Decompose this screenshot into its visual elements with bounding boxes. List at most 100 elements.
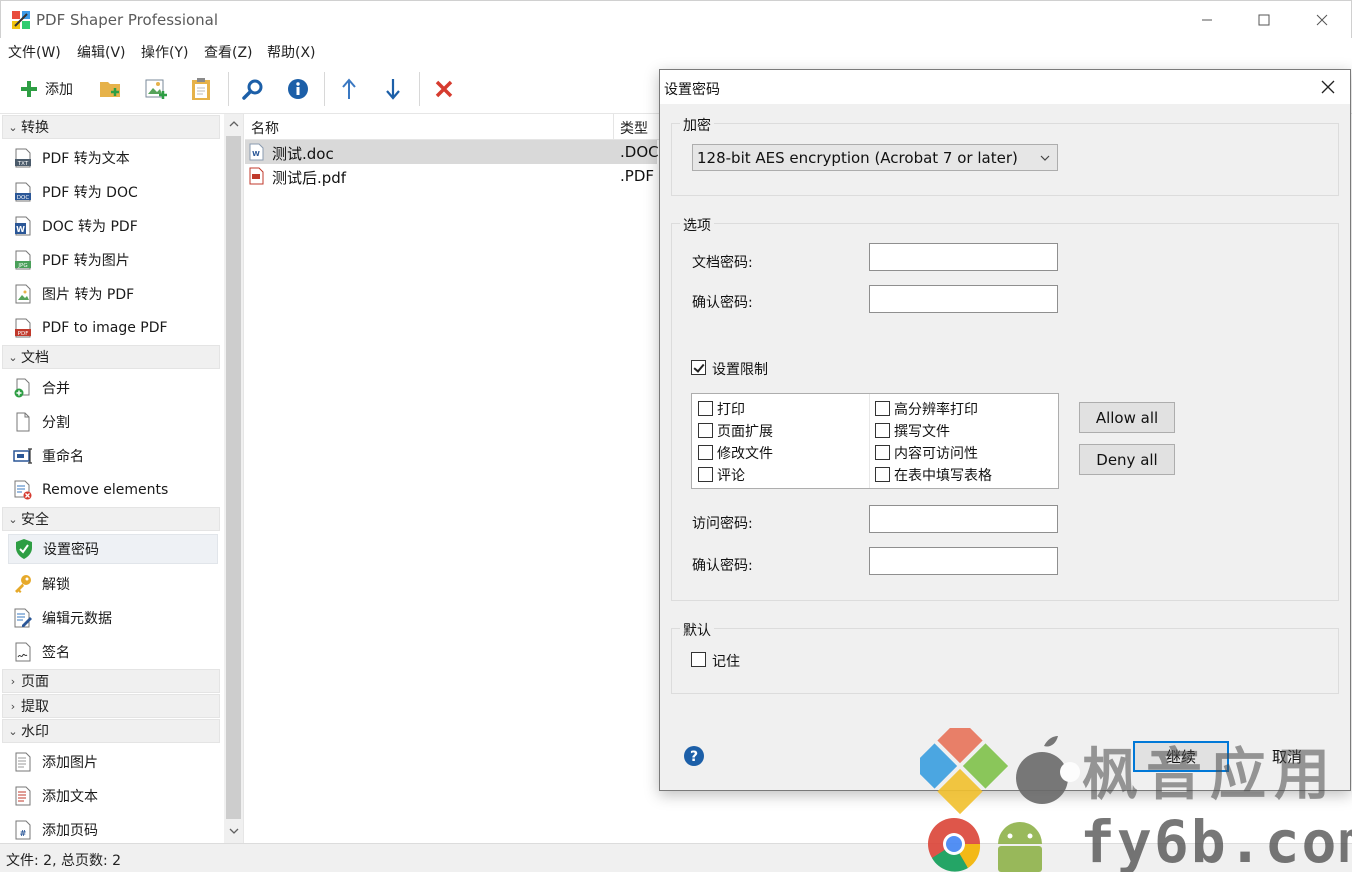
sidebar-item-split[interactable]: 分割 bbox=[8, 407, 218, 437]
section-pages[interactable]: › 页面 bbox=[2, 669, 220, 693]
confirm-password-field[interactable] bbox=[869, 285, 1058, 313]
sidebar-item-pdf-to-image-pdf[interactable]: PDF PDF to image PDF bbox=[8, 313, 218, 343]
dialog-close-button[interactable] bbox=[1310, 73, 1346, 101]
clipboard-icon bbox=[192, 78, 210, 100]
menu-file[interactable]: 文件(W) bbox=[8, 42, 61, 62]
encryption-select[interactable]: 128-bit AES encryption (Acrobat 7 or lat… bbox=[692, 144, 1058, 171]
sidebar-item-doc-to-pdf[interactable]: W DOC 转为 PDF bbox=[8, 211, 218, 241]
move-up-button[interactable] bbox=[336, 74, 362, 104]
perm-fill-forms-label: 在表中填写表格 bbox=[894, 468, 992, 484]
section-security[interactable]: ⌄ 安全 bbox=[2, 507, 220, 531]
perm-accessibility-checkbox[interactable] bbox=[875, 445, 890, 460]
sidebar-item-add-page-number[interactable]: # 添加页码 bbox=[8, 815, 218, 845]
search-button[interactable] bbox=[240, 74, 266, 104]
access-password-field[interactable] bbox=[869, 505, 1058, 533]
sidebar-item-edit-metadata[interactable]: 编辑元数据 bbox=[8, 603, 218, 633]
perm-hires-print-checkbox[interactable] bbox=[875, 401, 890, 416]
perm-page-extend-checkbox[interactable] bbox=[698, 423, 713, 438]
defaults-group bbox=[671, 628, 1339, 694]
column-header-name[interactable]: 名称 bbox=[245, 114, 614, 140]
svg-text:W: W bbox=[16, 225, 25, 234]
access-confirm-field[interactable] bbox=[869, 547, 1058, 575]
sidebar-item-label: 签名 bbox=[42, 645, 70, 661]
add-folder-button[interactable] bbox=[98, 74, 124, 104]
access-password-label: 访问密码: bbox=[692, 516, 753, 532]
remove-elements-icon bbox=[12, 479, 34, 501]
menu-edit[interactable]: 编辑(V) bbox=[77, 42, 126, 62]
perm-print-checkbox[interactable] bbox=[698, 401, 713, 416]
perm-fill-forms-checkbox[interactable] bbox=[875, 467, 890, 482]
sidebar-item-remove-elements[interactable]: Remove elements bbox=[8, 475, 218, 505]
menu-action[interactable]: 操作(Y) bbox=[141, 42, 188, 62]
sidebar-item-label: 重命名 bbox=[42, 449, 84, 465]
chevron-down-icon: ⌄ bbox=[8, 724, 18, 738]
sidebar-item-unlock[interactable]: 解锁 bbox=[8, 569, 218, 599]
add-text-doc-icon bbox=[12, 785, 34, 807]
chevron-down-icon: ⌄ bbox=[8, 120, 18, 134]
doc-password-label: 文档密码: bbox=[692, 255, 753, 271]
allow-all-button[interactable]: Allow all bbox=[1079, 402, 1175, 433]
perm-modify-checkbox[interactable] bbox=[698, 445, 713, 460]
sidebar-item-add-image[interactable]: 添加图片 bbox=[8, 747, 218, 777]
remember-checkbox[interactable] bbox=[691, 652, 706, 667]
info-icon bbox=[288, 79, 308, 99]
chevron-right-icon: › bbox=[10, 674, 16, 688]
add-image-button[interactable] bbox=[143, 74, 169, 104]
word-file-icon: W bbox=[12, 215, 34, 237]
sidebar-scrollbar[interactable] bbox=[224, 114, 243, 843]
sidebar-item-add-text[interactable]: 添加文本 bbox=[8, 781, 218, 811]
sidebar-item-merge[interactable]: 合并 bbox=[8, 373, 218, 403]
toolbar-separator bbox=[324, 72, 325, 106]
sidebar-item-pdf-to-doc[interactable]: DOC PDF 转为 DOC bbox=[8, 177, 218, 207]
sidebar-item-image-to-pdf[interactable]: 图片 转为 PDF bbox=[8, 279, 218, 309]
move-down-button[interactable] bbox=[380, 74, 406, 104]
help-icon[interactable]: ? bbox=[683, 745, 705, 767]
menu-view[interactable]: 查看(Z) bbox=[204, 42, 253, 62]
sidebar-item-rename[interactable]: 重命名 bbox=[8, 441, 218, 471]
paste-button[interactable] bbox=[188, 74, 214, 104]
close-icon bbox=[1316, 14, 1328, 26]
info-button[interactable] bbox=[285, 74, 311, 104]
word-doc-icon: W bbox=[249, 143, 264, 161]
perm-comment-checkbox[interactable] bbox=[698, 467, 713, 482]
file-name: 测试后.pdf bbox=[272, 169, 347, 187]
sidebar-item-label: 添加页码 bbox=[42, 823, 98, 839]
file-row[interactable]: W 测试.doc .DOC bbox=[245, 140, 659, 164]
key-icon bbox=[12, 573, 34, 595]
add-folder-icon bbox=[100, 82, 120, 97]
remove-button[interactable] bbox=[431, 74, 457, 104]
minimize-button[interactable] bbox=[1178, 1, 1236, 39]
section-convert[interactable]: ⌄ 转换 bbox=[2, 115, 220, 139]
sidebar-item-pdf-to-image[interactable]: JPG PDF 转为图片 bbox=[8, 245, 218, 275]
chevron-down-icon: ⌄ bbox=[8, 512, 18, 526]
sidebar-item-label: PDF 转为 DOC bbox=[42, 185, 138, 201]
section-watermark[interactable]: ⌄ 水印 bbox=[2, 719, 220, 743]
section-document[interactable]: ⌄ 文档 bbox=[2, 345, 220, 369]
toolbar-separator bbox=[228, 72, 229, 106]
maximize-button[interactable] bbox=[1235, 1, 1293, 39]
sidebar-item-pdf-to-text[interactable]: TXT PDF 转为文本 bbox=[8, 143, 218, 173]
scroll-up-arrow[interactable] bbox=[224, 114, 243, 134]
move-up-icon bbox=[342, 78, 356, 99]
scrollbar-thumb[interactable] bbox=[226, 136, 241, 819]
sidebar-item-label: 添加文本 bbox=[42, 789, 98, 805]
signature-icon bbox=[12, 641, 34, 663]
scroll-down-arrow[interactable] bbox=[224, 821, 243, 841]
doc-password-field[interactable] bbox=[869, 243, 1058, 271]
close-button[interactable] bbox=[1293, 1, 1351, 39]
window-title: PDF Shaper Professional bbox=[36, 11, 219, 29]
sidebar-item-sign[interactable]: 签名 bbox=[8, 637, 218, 667]
section-extract[interactable]: › 提取 bbox=[2, 694, 220, 718]
add-button[interactable]: 添加 bbox=[14, 74, 78, 104]
perm-print-label: 打印 bbox=[717, 402, 745, 418]
perm-assemble-checkbox[interactable] bbox=[875, 423, 890, 438]
add-image-icon bbox=[145, 79, 167, 99]
sidebar-item-label: 设置密码 bbox=[43, 542, 99, 558]
svg-text:PDF: PDF bbox=[18, 331, 29, 337]
menu-help[interactable]: 帮助(X) bbox=[267, 42, 316, 62]
split-icon bbox=[12, 411, 34, 433]
sidebar-item-set-password[interactable]: 设置密码 bbox=[8, 534, 218, 564]
perm-comment-label: 评论 bbox=[717, 468, 745, 484]
set-restrictions-checkbox[interactable] bbox=[691, 360, 706, 375]
deny-all-button[interactable]: Deny all bbox=[1079, 444, 1175, 475]
